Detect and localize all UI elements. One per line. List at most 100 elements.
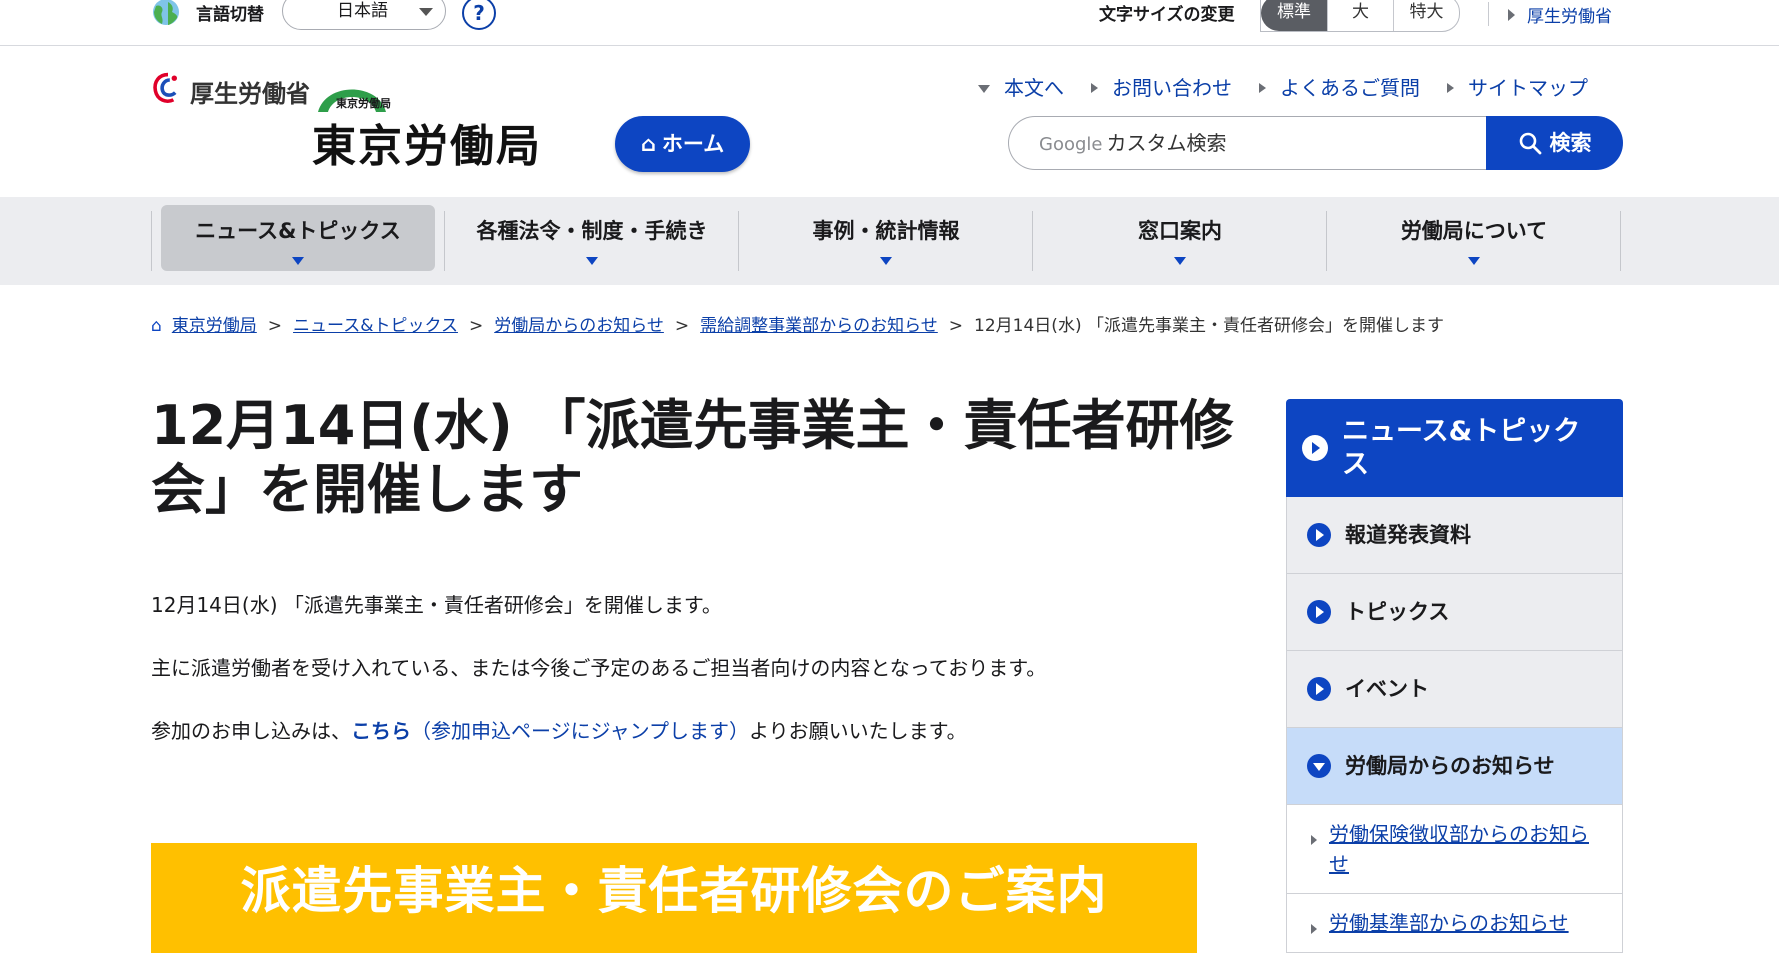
paragraph-text: よりお願いいたします。 [749, 719, 967, 743]
sidebar-item-press-releases[interactable]: 報道発表資料 [1286, 497, 1623, 574]
utility-bar: 言語切替 日本語 ? 文字サイズの変更 標準 大 特大 厚生労働省 [0, 0, 1779, 46]
sidebar: ニュース&トピックス 報道発表資料 トピックス イベント 労働局からのお知らせ … [1286, 399, 1623, 953]
google-brand: Google [1039, 134, 1103, 155]
sidebar-heading-label: ニュース&トピックス [1342, 416, 1581, 480]
nav-counter-guide[interactable]: 窓口案内 [1033, 197, 1327, 285]
chevron-down-icon [586, 257, 598, 265]
chevron-right-icon [1259, 83, 1266, 93]
application-link[interactable]: こちら（参加申込ページにジャンプします） [351, 719, 749, 743]
sidebar-subitem-labor-standards[interactable]: 労働基準部からのお知らせ [1286, 894, 1623, 953]
chevron-right-icon [1508, 9, 1515, 21]
sidebar-item-label: トピックス [1345, 600, 1450, 624]
sidebar-item-label: 労働局からのお知らせ [1345, 754, 1555, 778]
font-size-switcher: 標準 大 特大 [1260, 0, 1460, 32]
language-select-value: 日本語 [337, 1, 388, 21]
site-title[interactable]: 東京労働局 [312, 110, 542, 174]
link-label: よくあるご質問 [1280, 76, 1420, 100]
link-label-bold: こちら [351, 719, 411, 743]
sitemap-link[interactable]: サイトマップ [1447, 72, 1588, 101]
font-size-large-button[interactable]: 大 [1327, 0, 1393, 31]
nav-laws-procedures[interactable]: 各種法令・制度・手続き [445, 197, 739, 285]
chevron-right-circle-icon [1307, 677, 1331, 701]
help-button[interactable]: ? [462, 0, 496, 30]
nav-about-bureau[interactable]: 労働局について [1327, 197, 1621, 285]
global-nav: ニュース&トピックス 各種法令・制度・手続き 事例・統計情報 窓口案内 労働局に… [0, 197, 1779, 285]
bureau-logo-caption: 東京労働局 [336, 97, 391, 110]
body-paragraph: 12月14日(水) 「派遣先事業主・責任者研修会」を開催します。 [151, 593, 722, 617]
language-switch-label: 言語切替 [196, 5, 264, 25]
nav-label: ニュース&トピックス [195, 219, 401, 243]
sidebar-item-events[interactable]: イベント [1286, 651, 1623, 728]
chevron-down-icon [1174, 257, 1186, 265]
home-icon: ⌂ [640, 132, 656, 156]
chevron-right-circle-icon [1307, 600, 1331, 624]
link-label: お問い合わせ [1112, 76, 1232, 100]
contact-link[interactable]: お問い合わせ [1091, 72, 1232, 101]
sidebar-item-label: イベント [1345, 677, 1429, 701]
breadcrumb-separator: > [674, 316, 690, 336]
search-button[interactable]: 検索 [1486, 116, 1623, 170]
skip-to-content-link[interactable]: 本文へ [978, 72, 1064, 101]
chevron-down-icon [419, 8, 433, 16]
chevron-right-icon [1091, 83, 1098, 93]
font-size-xlarge-button[interactable]: 特大 [1393, 0, 1459, 31]
search-input[interactable]: Google カスタム検索 [1008, 116, 1486, 170]
globe-icon [153, 0, 179, 25]
sidebar-subitem-link[interactable]: 労働保険徴収部からのお知らせ [1329, 822, 1589, 876]
breadcrumb-link[interactable]: ニュース&トピックス [293, 316, 458, 336]
chevron-right-circle-icon [1307, 523, 1331, 547]
search-icon [1519, 132, 1541, 155]
nav-cases-statistics[interactable]: 事例・統計情報 [739, 197, 1033, 285]
header-links: 本文へ お問い合わせ よくあるご質問 サイトマップ [978, 72, 1588, 101]
link-label: サイトマップ [1468, 76, 1588, 100]
search-placeholder: カスタム検索 [1106, 131, 1227, 155]
mhlw-logo-icon[interactable] [150, 70, 186, 108]
sidebar-item-bureau-notices[interactable]: 労働局からのお知らせ [1286, 728, 1623, 805]
search-button-label: 検索 [1549, 131, 1592, 155]
page-title: 12月14日(水) 「派遣先事業主・責任者研修会」を開催します [151, 394, 1234, 521]
font-size-standard-button[interactable]: 標準 [1261, 0, 1327, 31]
link-label: 本文へ [1004, 76, 1064, 100]
paragraph-text: 参加のお申し込みは、 [151, 719, 351, 743]
sidebar-subitem-insurance-collection[interactable]: 労働保険徴収部からのお知らせ [1286, 805, 1623, 894]
sidebar-item-topics[interactable]: トピックス [1286, 574, 1623, 651]
chevron-right-icon [1447, 83, 1454, 93]
breadcrumb-separator: > [468, 316, 484, 336]
chevron-right-icon [1311, 924, 1317, 934]
chevron-down-circle-icon [1307, 754, 1331, 778]
home-button[interactable]: ⌂ ホーム [615, 116, 750, 172]
sidebar-heading[interactable]: ニュース&トピックス [1286, 399, 1623, 497]
nav-label: 窓口案内 [1138, 219, 1222, 243]
nav-label: 事例・統計情報 [812, 219, 960, 243]
nav-news-topics[interactable]: ニュース&トピックス [151, 197, 445, 285]
sidebar-subitem-link[interactable]: 労働基準部からのお知らせ [1329, 911, 1569, 935]
body-paragraph: 参加のお申し込みは、こちら（参加申込ページにジャンプします）よりお願いいたします… [151, 715, 967, 744]
nav-label: 労働局について [1400, 219, 1548, 243]
breadcrumb-link[interactable]: 東京労働局 [172, 316, 257, 336]
chevron-right-circle-icon [1302, 435, 1328, 461]
mhlw-link-label: 厚生労働省 [1527, 7, 1612, 27]
breadcrumb-separator: > [267, 316, 283, 336]
chevron-down-icon [880, 257, 892, 265]
chevron-right-icon [1311, 835, 1317, 845]
chevron-down-icon [1468, 257, 1480, 265]
breadcrumb-current: 12月14日(水) 「派遣先事業主・責任者研修会」を開催します [974, 316, 1444, 336]
font-size-label: 文字サイズの変更 [1099, 5, 1235, 25]
nav-label: 各種法令・制度・手続き [476, 219, 708, 243]
breadcrumb: ⌂ 東京労働局 > ニュース&トピックス > 労働局からのお知らせ > 需給調整事業部からのお… [151, 311, 1444, 336]
divider [1488, 2, 1489, 26]
home-icon: ⌂ [151, 316, 162, 336]
sidebar-item-label: 報道発表資料 [1345, 523, 1471, 547]
chevron-down-icon [292, 257, 304, 265]
ministry-name: 厚生労働省 [190, 80, 310, 108]
chevron-down-icon [978, 85, 990, 93]
breadcrumb-link[interactable]: 需給調整事業部からのお知らせ [700, 316, 938, 336]
mhlw-link[interactable]: 厚生労働省 [1508, 2, 1612, 27]
language-select[interactable]: 日本語 [282, 0, 446, 30]
faq-link[interactable]: よくあるご質問 [1259, 72, 1420, 101]
breadcrumb-link[interactable]: 労働局からのお知らせ [494, 316, 664, 336]
breadcrumb-separator: > [948, 316, 964, 336]
seminar-banner: 派遣先事業主・責任者研修会のご案内 [151, 843, 1197, 953]
body-paragraph: 主に派遣労働者を受け入れている、または今後ご予定のあるご担当者向けの内容となって… [151, 656, 1047, 680]
link-label: （参加申込ページにジャンプします） [411, 719, 749, 743]
